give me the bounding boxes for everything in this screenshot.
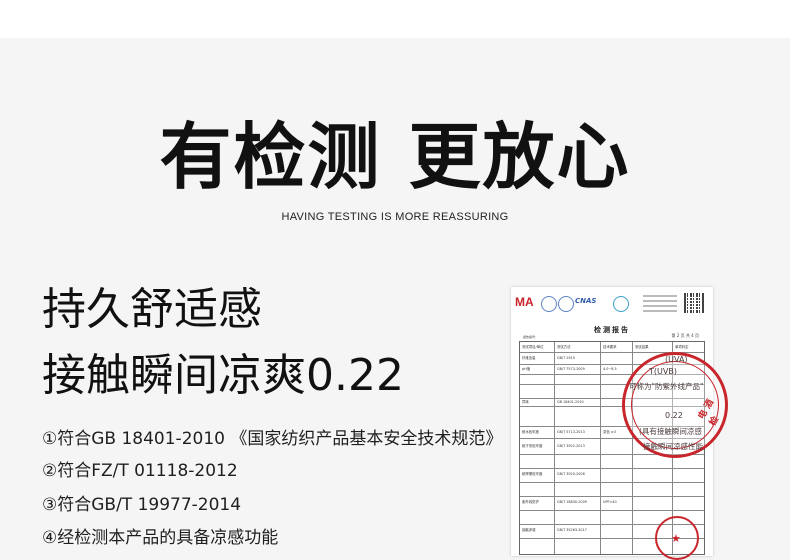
table-cell: 技术要求 <box>603 345 617 349</box>
testing-mark-icon <box>613 296 629 312</box>
star-icon: ★ <box>671 532 681 545</box>
standard-item-3: ③符合GB/T 19977-2014 <box>42 495 242 515</box>
feature-line-comfort: 持久舒适感 <box>42 284 262 335</box>
standard-item-4: ④经检测本产品的具备凉感功能 <box>42 528 279 548</box>
stamp-text-cool: (具有接触瞬间凉感 <box>639 427 702 436</box>
stamp-text-uvb: T(UVB) <box>649 367 677 376</box>
qr-code-icon <box>684 293 704 313</box>
table-cell: GB/T 7573-2009 <box>557 367 585 371</box>
table-cell: GB 18401-2010 <box>557 400 584 404</box>
ma-logo: MA <box>515 295 534 309</box>
table-cell: 耐水色牢度 <box>522 430 539 434</box>
page-title: 有检测 更放心 <box>159 115 631 199</box>
stamp-text-cool-performance: 接触瞬间凉感性能 <box>643 442 703 451</box>
cnas-mark-icon <box>558 296 574 312</box>
ilac-logo-icon <box>541 296 557 312</box>
table-cell: 接触凉感 <box>522 528 536 532</box>
magnified-stamp: (UVA) T(UVB) 可称为"防紫外线产品" 0.22 (具有接触瞬间凉感 … <box>622 352 728 458</box>
table-cell: 紫外线防护 <box>522 500 539 504</box>
table-cell: 单项判定 <box>675 345 689 349</box>
table-cell: 4.0~8.5 <box>603 367 617 371</box>
stamp-text-uv-product: 可称为"防紫外线产品" <box>629 382 704 391</box>
cnas-logo: CNAS <box>575 297 597 305</box>
small-seal-icon: ★ <box>655 516 699 560</box>
table-cell: GB/T 18830-2009 <box>557 500 587 504</box>
table-cell: GB/T 2910 <box>557 356 575 360</box>
stamp-value: 0.22 <box>665 411 683 420</box>
table-cell: 纤维含量 <box>522 356 536 360</box>
lab-info-lines <box>643 295 677 315</box>
page-subtitle: HAVING TESTING IS MORE REASSURING <box>281 211 509 223</box>
certification-logos: MA CNAS <box>515 295 640 313</box>
table-cell: 变色 ≥3 <box>603 430 616 434</box>
table-cell: GB/T 5713-2013 <box>557 430 585 434</box>
standard-item-1: ①符合GB 18401-2010 《国家纺织产品基本安全技术规范》 <box>42 429 503 449</box>
table-cell: 测试方法 <box>557 345 571 349</box>
feature-line-cooling: 接触瞬间凉爽0.22 <box>42 350 404 401</box>
table-cell: GB/T 3920-2008 <box>557 472 585 476</box>
standard-item-2: ②符合FZ/T 01118-2012 <box>42 461 238 481</box>
top-band <box>0 0 790 38</box>
stamp-text-uva: (UVA) <box>665 355 688 364</box>
table-cell: 耐汗渍色牢度 <box>522 444 543 448</box>
table-cell: 测试项目/单位 <box>522 345 544 349</box>
table-cell: pH值 <box>522 367 531 371</box>
report-page-number: 第 2 页 共 4 页 <box>671 333 699 338</box>
table-cell: GB/T 3922-2013 <box>557 444 585 448</box>
table-cell: 异味 <box>522 400 529 404</box>
report-number: 报告编号： <box>523 335 539 339</box>
table-cell: 耐摩擦色牢度 <box>522 472 543 476</box>
table-cell: UPF>40 <box>603 500 617 504</box>
table-cell: GB/T 35263-2017 <box>557 528 587 532</box>
table-cell: 测试结果 <box>635 345 649 349</box>
